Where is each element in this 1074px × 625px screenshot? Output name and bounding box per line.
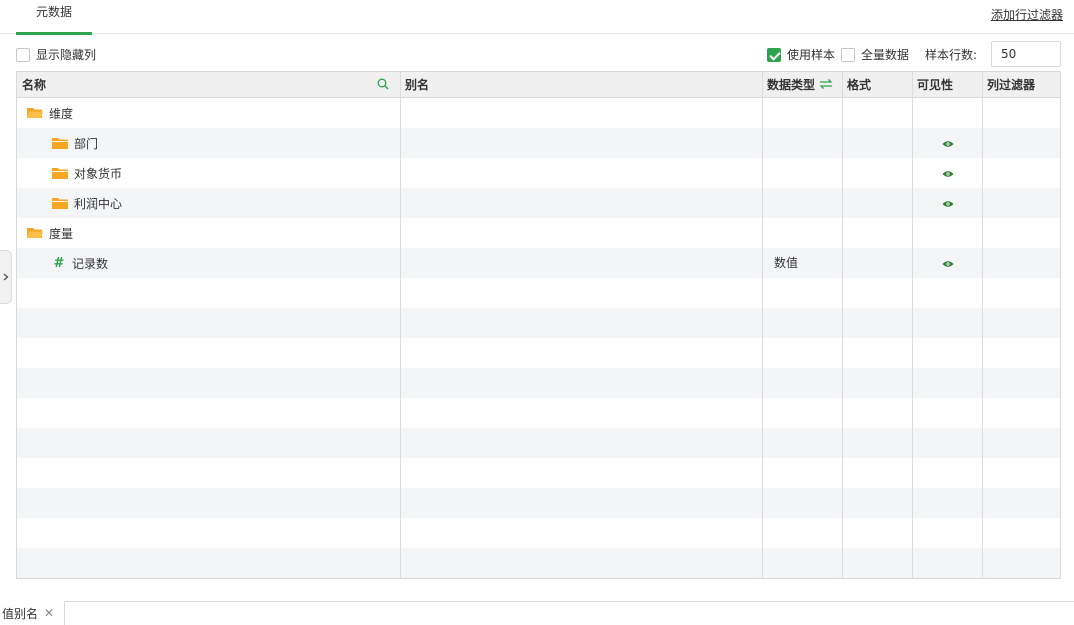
- hash-icon: #: [53, 255, 65, 271]
- col-divider: [762, 72, 763, 578]
- row-name-label: 记录数: [72, 256, 109, 271]
- value-alias-tab-label: 值别名: [2, 606, 39, 621]
- sample-rows-label: 样本行数:: [925, 48, 978, 62]
- col-header-column-filter[interactable]: 列过滤器: [982, 72, 1060, 98]
- folder-icon: [52, 167, 68, 179]
- row-data-type: [771, 188, 774, 218]
- use-sample-box[interactable]: [767, 47, 781, 62]
- row-name-label: 度量: [49, 226, 74, 241]
- row-name-cell[interactable]: 利润中心: [52, 188, 122, 218]
- eye-icon[interactable]: [942, 197, 954, 211]
- table-row: [17, 548, 1060, 578]
- table-row: [17, 488, 1060, 518]
- use-sample-label: 使用样本: [787, 48, 836, 62]
- col-header-visibility[interactable]: 可见性: [912, 72, 982, 98]
- swap-icon[interactable]: [819, 78, 833, 93]
- table-row: [17, 308, 1060, 338]
- full-data-box[interactable]: [841, 47, 855, 62]
- row-data-type: 数值: [774, 256, 799, 270]
- col-divider: [400, 72, 401, 578]
- table-row: [17, 398, 1060, 428]
- table-row: [17, 518, 1060, 548]
- row-name-cell[interactable]: 部门: [52, 128, 98, 158]
- row-name-cell[interactable]: 对象货币: [52, 158, 122, 188]
- chevron-right-icon: [3, 270, 9, 284]
- close-icon[interactable]: ✕: [44, 606, 54, 620]
- table-row[interactable]: 部门: [17, 128, 1060, 158]
- tab-metadata[interactable]: 元数据: [16, 0, 92, 35]
- col-divider: [912, 72, 913, 578]
- table-row[interactable]: 度量: [17, 218, 1060, 248]
- col-header-column-filter-label: 列过滤器: [987, 78, 1036, 92]
- col-header-alias-label: 别名: [405, 78, 430, 92]
- metadata-panel: 元数据 添加行过滤器 显示隐藏列 使用样本 全量数据 样本行数: 名称: [0, 0, 1074, 625]
- row-name-label: 维度: [49, 106, 74, 121]
- row-data-type: [771, 158, 774, 188]
- tab-bar: 元数据 添加行过滤器: [0, 0, 1074, 35]
- row-name-cell[interactable]: # 记录数: [52, 248, 108, 278]
- add-row-filter-link[interactable]: 添加行过滤器: [991, 6, 1063, 23]
- folder-icon: [52, 197, 68, 209]
- row-data-type: [771, 218, 774, 248]
- table-row: [17, 278, 1060, 308]
- table-row[interactable]: 维度: [17, 98, 1060, 128]
- row-name-cell[interactable]: 维度: [27, 98, 73, 128]
- col-header-alias[interactable]: 别名: [400, 72, 762, 98]
- value-alias-area: [64, 601, 1074, 625]
- row-name-label: 利润中心: [74, 196, 123, 211]
- metadata-grid: 名称 别名 数据类型 格式 可见性 列过滤器 维度 部门 对象货币 利润中心 度…: [16, 71, 1061, 579]
- eye-icon[interactable]: [942, 137, 954, 151]
- table-row: [17, 458, 1060, 488]
- show-hidden-columns-checkbox[interactable]: 显示隐藏列: [16, 46, 96, 63]
- col-header-format[interactable]: 格式: [842, 72, 912, 98]
- show-hidden-columns-box[interactable]: [16, 47, 30, 62]
- col-header-data-type-label: 数据类型: [767, 78, 816, 92]
- show-hidden-columns-label: 显示隐藏列: [36, 48, 97, 62]
- table-row: [17, 368, 1060, 398]
- folder-icon: [52, 137, 68, 149]
- sample-rows-input[interactable]: [991, 41, 1061, 67]
- full-data-label: 全量数据: [861, 48, 910, 62]
- table-row[interactable]: # 记录数 数值: [17, 248, 1060, 278]
- tab-metadata-label: 元数据: [35, 5, 72, 19]
- search-icon[interactable]: [377, 78, 389, 93]
- grid-rows: 维度 部门对象货币利润中心 度量 # 记录数 数值: [17, 98, 1060, 578]
- eye-icon[interactable]: [942, 167, 954, 181]
- row-data-type: [771, 98, 774, 128]
- table-row: [17, 428, 1060, 458]
- col-divider: [842, 72, 843, 578]
- tab-active-indicator: [16, 32, 92, 35]
- col-divider: [982, 72, 983, 578]
- col-header-name-label: 名称: [22, 78, 47, 92]
- col-header-format-label: 格式: [847, 78, 872, 92]
- row-data-type: [771, 128, 774, 158]
- table-row[interactable]: 利润中心: [17, 188, 1060, 218]
- toolbar: 显示隐藏列 使用样本 全量数据 样本行数:: [0, 38, 1074, 68]
- row-name-cell[interactable]: 度量: [27, 218, 73, 248]
- col-header-visibility-label: 可见性: [917, 78, 954, 92]
- folder-open-icon: [27, 227, 43, 239]
- table-row[interactable]: 对象货币: [17, 158, 1060, 188]
- value-alias-tab[interactable]: 值别名 ✕: [0, 601, 54, 625]
- expand-panel-handle[interactable]: [0, 250, 12, 304]
- full-data-checkbox[interactable]: 全量数据: [841, 46, 909, 63]
- grid-header: 名称 别名 数据类型 格式 可见性 列过滤器: [17, 72, 1060, 98]
- use-sample-checkbox[interactable]: 使用样本: [767, 46, 835, 63]
- table-row: [17, 338, 1060, 368]
- row-name-label: 对象货币: [74, 166, 123, 181]
- eye-icon[interactable]: [942, 257, 954, 271]
- folder-open-icon: [27, 107, 43, 119]
- col-header-name[interactable]: 名称: [17, 72, 400, 98]
- row-name-label: 部门: [74, 136, 99, 151]
